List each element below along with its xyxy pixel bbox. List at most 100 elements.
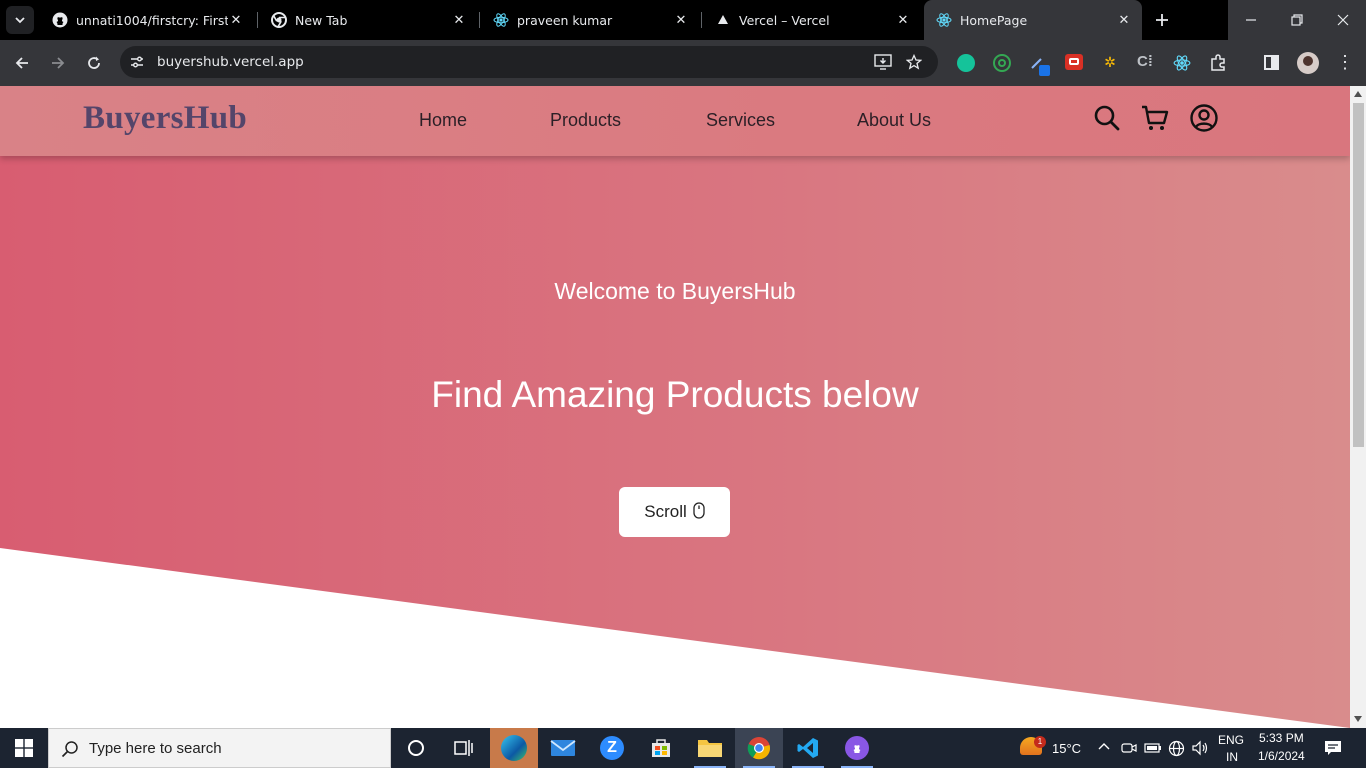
- arrow-left-icon: [15, 57, 28, 69]
- task-view-icon: [454, 740, 473, 756]
- tab-homepage[interactable]: HomePage ✕: [924, 0, 1142, 40]
- taskbar-vscode[interactable]: [784, 728, 832, 768]
- back-button[interactable]: [7, 48, 37, 78]
- battery-icon[interactable]: [1144, 740, 1162, 756]
- nav-about-us[interactable]: About Us: [857, 110, 931, 131]
- language-indicator[interactable]: ENG IN: [1215, 732, 1247, 766]
- taskbar-edge[interactable]: [490, 728, 538, 768]
- tab-title: Vercel – Vercel: [739, 12, 830, 28]
- scroll-button[interactable]: Scroll: [619, 487, 730, 537]
- close-icon[interactable]: ✕: [673, 12, 689, 28]
- start-button[interactable]: [0, 728, 48, 768]
- url-text: buyershub.vercel.app: [157, 54, 304, 70]
- search-icon[interactable]: [1092, 103, 1122, 133]
- site-navbar: BuyersHub Home Products Services About U…: [0, 86, 1350, 156]
- nav-services[interactable]: Services: [706, 110, 775, 131]
- windows-icon: [15, 739, 33, 757]
- vercel-icon: [715, 12, 731, 28]
- nav-home[interactable]: Home: [419, 110, 467, 131]
- minimize-button[interactable]: [1228, 0, 1274, 40]
- taskbar-file-explorer[interactable]: [686, 728, 734, 768]
- weather-badge: 1: [1034, 736, 1046, 748]
- page-scrollbar[interactable]: [1350, 86, 1366, 728]
- user-account-icon[interactable]: [1189, 103, 1219, 133]
- tab-title: praveen kumar: [517, 12, 613, 28]
- scroll-down-arrow-icon[interactable]: [1354, 716, 1362, 722]
- close-icon: [1337, 14, 1349, 26]
- scroll-up-arrow-icon[interactable]: [1354, 91, 1362, 97]
- react-devtools-icon[interactable]: [1173, 54, 1191, 72]
- volume-icon[interactable]: [1192, 740, 1209, 756]
- side-panel-icon[interactable]: [1264, 55, 1279, 70]
- restore-button[interactable]: [1274, 0, 1320, 40]
- tab-github[interactable]: unnati1004/firstcry: Firstcry is ✕: [40, 0, 254, 40]
- taskbar-store[interactable]: [637, 728, 685, 768]
- chrome-icon: [271, 12, 287, 28]
- close-icon[interactable]: ✕: [895, 12, 911, 28]
- network-globe-icon[interactable]: [1168, 740, 1185, 757]
- close-icon[interactable]: ✕: [228, 12, 244, 28]
- tab-praveen[interactable]: praveen kumar ✕: [481, 0, 699, 40]
- cart-icon[interactable]: [1140, 103, 1170, 133]
- clock-time: 5:33 PM: [1259, 731, 1304, 745]
- clock[interactable]: 5:33 PM 1/6/2024: [1253, 730, 1317, 766]
- minimize-icon: [1246, 19, 1256, 21]
- kebab-menu-icon[interactable]: ⋮: [1336, 52, 1354, 72]
- mail-icon: [550, 740, 576, 756]
- scrollbar-thumb[interactable]: [1353, 103, 1364, 447]
- clock-date: 1/6/2024: [1258, 749, 1305, 763]
- code-extension-icon[interactable]: C⁞: [1137, 53, 1157, 71]
- close-window-button[interactable]: [1320, 0, 1366, 40]
- grammarly-extension-icon[interactable]: [957, 54, 975, 72]
- edge-icon: [501, 735, 527, 761]
- red-extension-icon[interactable]: [1065, 54, 1083, 70]
- meet-now-icon[interactable]: [1121, 740, 1137, 756]
- target-extension-icon[interactable]: [993, 54, 1011, 72]
- nav-products[interactable]: Products: [550, 110, 621, 131]
- pen-extension-icon[interactable]: [1029, 54, 1051, 76]
- bug-extension-icon[interactable]: ✲: [1101, 54, 1119, 72]
- github-icon: [52, 12, 68, 28]
- weather-temp: 15°C: [1052, 741, 1082, 756]
- taskbar-mail[interactable]: [539, 728, 587, 768]
- scroll-button-label: Scroll: [644, 502, 687, 521]
- new-tab-button[interactable]: [1148, 6, 1176, 34]
- close-icon[interactable]: ✕: [451, 12, 467, 28]
- tray-chevron-icon[interactable]: [1097, 740, 1111, 754]
- taskbar-zoom[interactable]: Z: [588, 728, 636, 768]
- reload-icon: [88, 56, 100, 69]
- bookmark-star-icon[interactable]: [905, 53, 923, 70]
- taskbar-search[interactable]: Type here to search: [48, 728, 391, 768]
- tab-search-button[interactable]: [6, 6, 34, 34]
- notification-center-icon[interactable]: [1324, 740, 1342, 756]
- extensions-puzzle-icon[interactable]: [1209, 54, 1227, 72]
- tab-vercel[interactable]: Vercel – Vercel ✕: [703, 0, 921, 40]
- hero-welcome-text: Welcome to BuyersHub: [554, 278, 796, 304]
- arrow-right-icon: [52, 57, 65, 69]
- chevron-down-icon: [15, 17, 25, 24]
- tab-strip: unnati1004/firstcry: Firstcry is ✕ New T…: [0, 0, 1366, 40]
- forward-button[interactable]: [43, 48, 73, 78]
- tab-title: HomePage: [960, 12, 1028, 28]
- tab-title: New Tab: [295, 12, 348, 28]
- tab-new-tab[interactable]: New Tab ✕: [259, 0, 477, 40]
- windows-taskbar: Type here to search Z 1 15°C ENG IN 5:33…: [0, 728, 1366, 768]
- react-icon: [936, 12, 952, 28]
- profile-avatar[interactable]: [1297, 52, 1319, 74]
- site-logo[interactable]: BuyersHub: [83, 100, 247, 137]
- site-info-icon[interactable]: [129, 54, 145, 70]
- task-view-button[interactable]: [440, 728, 488, 768]
- language-top: ENG: [1218, 733, 1245, 747]
- taskbar-github-desktop[interactable]: [833, 728, 881, 768]
- taskbar-chrome[interactable]: [735, 728, 783, 768]
- hero-headline: Find Amazing Products below: [431, 374, 919, 415]
- folder-icon: [698, 740, 722, 757]
- address-bar[interactable]: buyershub.vercel.app: [120, 46, 938, 78]
- cortana-button[interactable]: [392, 728, 440, 768]
- taskbar-search-placeholder: Type here to search: [89, 740, 222, 757]
- reload-button[interactable]: [79, 48, 109, 78]
- plus-icon: [1156, 14, 1168, 26]
- install-app-icon[interactable]: [874, 54, 892, 70]
- weather-widget[interactable]: 1 15°C: [1017, 728, 1087, 768]
- close-icon[interactable]: ✕: [1116, 12, 1132, 28]
